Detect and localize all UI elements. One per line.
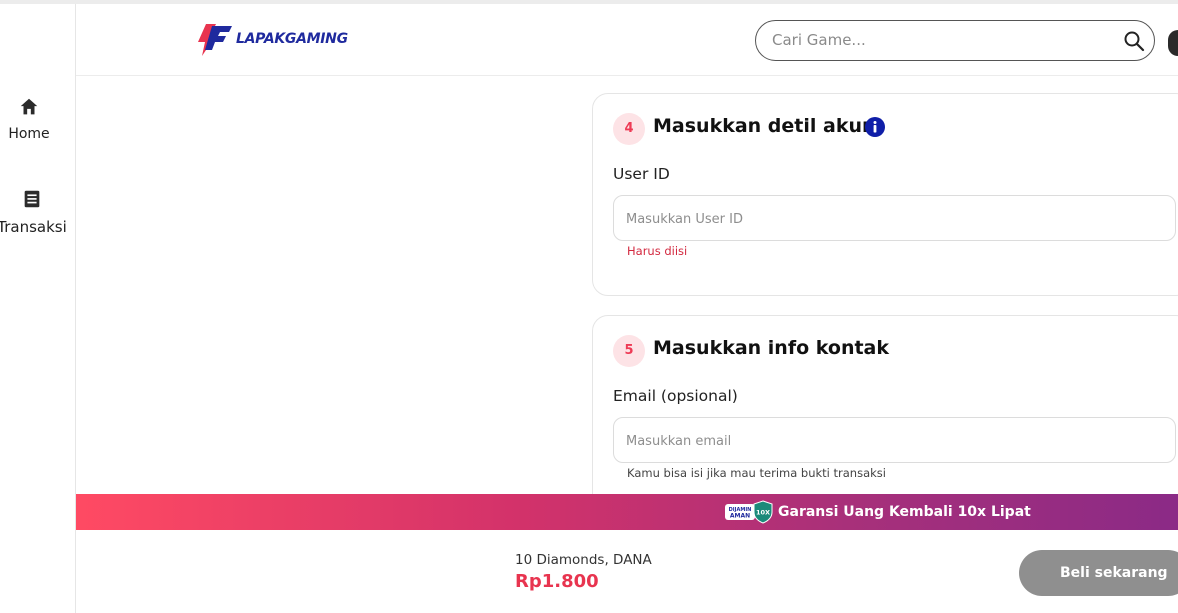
email-label: Email (opsional) <box>613 387 738 405</box>
guaranteed-safe-badge-icon: DIJAMIN AMAN 10X <box>725 500 773 524</box>
search-input[interactable] <box>772 29 1102 51</box>
step-number-badge: 5 <box>613 335 645 367</box>
search-icon[interactable] <box>1122 29 1146 53</box>
avatar[interactable] <box>1168 30 1178 56</box>
receipt-icon <box>24 190 40 208</box>
section-title: Masukkan info kontak <box>653 337 890 359</box>
user-id-input[interactable] <box>626 208 1146 230</box>
email-field-wrapper <box>613 417 1176 463</box>
buy-now-button[interactable]: Beli sekarang <box>1019 550 1178 596</box>
home-icon <box>20 98 38 115</box>
logo[interactable]: LAPAKGAMING <box>192 20 348 58</box>
guarantee-text: Garansi Uang Kembali 10x Lipat <box>778 504 1031 520</box>
order-price: Rp1.800 <box>515 571 599 592</box>
account-details-card: 4 Masukkan detil akun User ID Harus diis… <box>592 93 1178 296</box>
sidebar: Home Transaksi <box>0 4 76 613</box>
sidebar-item-home[interactable]: Home <box>0 96 64 142</box>
checkout-bar: 10 Diamonds, DANA Rp1.800 Beli sekarang <box>76 530 1178 613</box>
svg-text:AMAN: AMAN <box>730 513 750 520</box>
email-input[interactable] <box>626 430 1146 452</box>
sidebar-item-transaksi[interactable]: Transaksi <box>0 188 77 236</box>
lapakgaming-logo-icon <box>198 24 232 56</box>
header: LAPAKGAMING <box>76 4 1178 76</box>
info-icon[interactable] <box>864 116 886 138</box>
svg-text:10X: 10X <box>756 509 770 517</box>
step-number-badge: 4 <box>613 113 645 145</box>
guarantee-content: DIJAMIN AMAN 10X Garansi Uang Kembali 10… <box>724 500 1031 524</box>
email-hint: Kamu bisa isi jika mau terima bukti tran… <box>627 466 886 480</box>
order-description: 10 Diamonds, DANA <box>515 552 652 568</box>
user-id-error: Harus diisi <box>627 244 688 258</box>
guarantee-banner: DIJAMIN AMAN 10X Garansi Uang Kembali 10… <box>76 494 1178 530</box>
logo-text: LAPAKGAMING <box>236 31 348 47</box>
sidebar-item-label: Home <box>8 126 50 142</box>
user-id-label: User ID <box>613 165 670 183</box>
section-title: Masukkan detil akun <box>653 115 876 137</box>
user-id-field-wrapper <box>613 195 1176 241</box>
sidebar-item-label: Transaksi <box>0 218 67 236</box>
search-box <box>755 20 1155 61</box>
